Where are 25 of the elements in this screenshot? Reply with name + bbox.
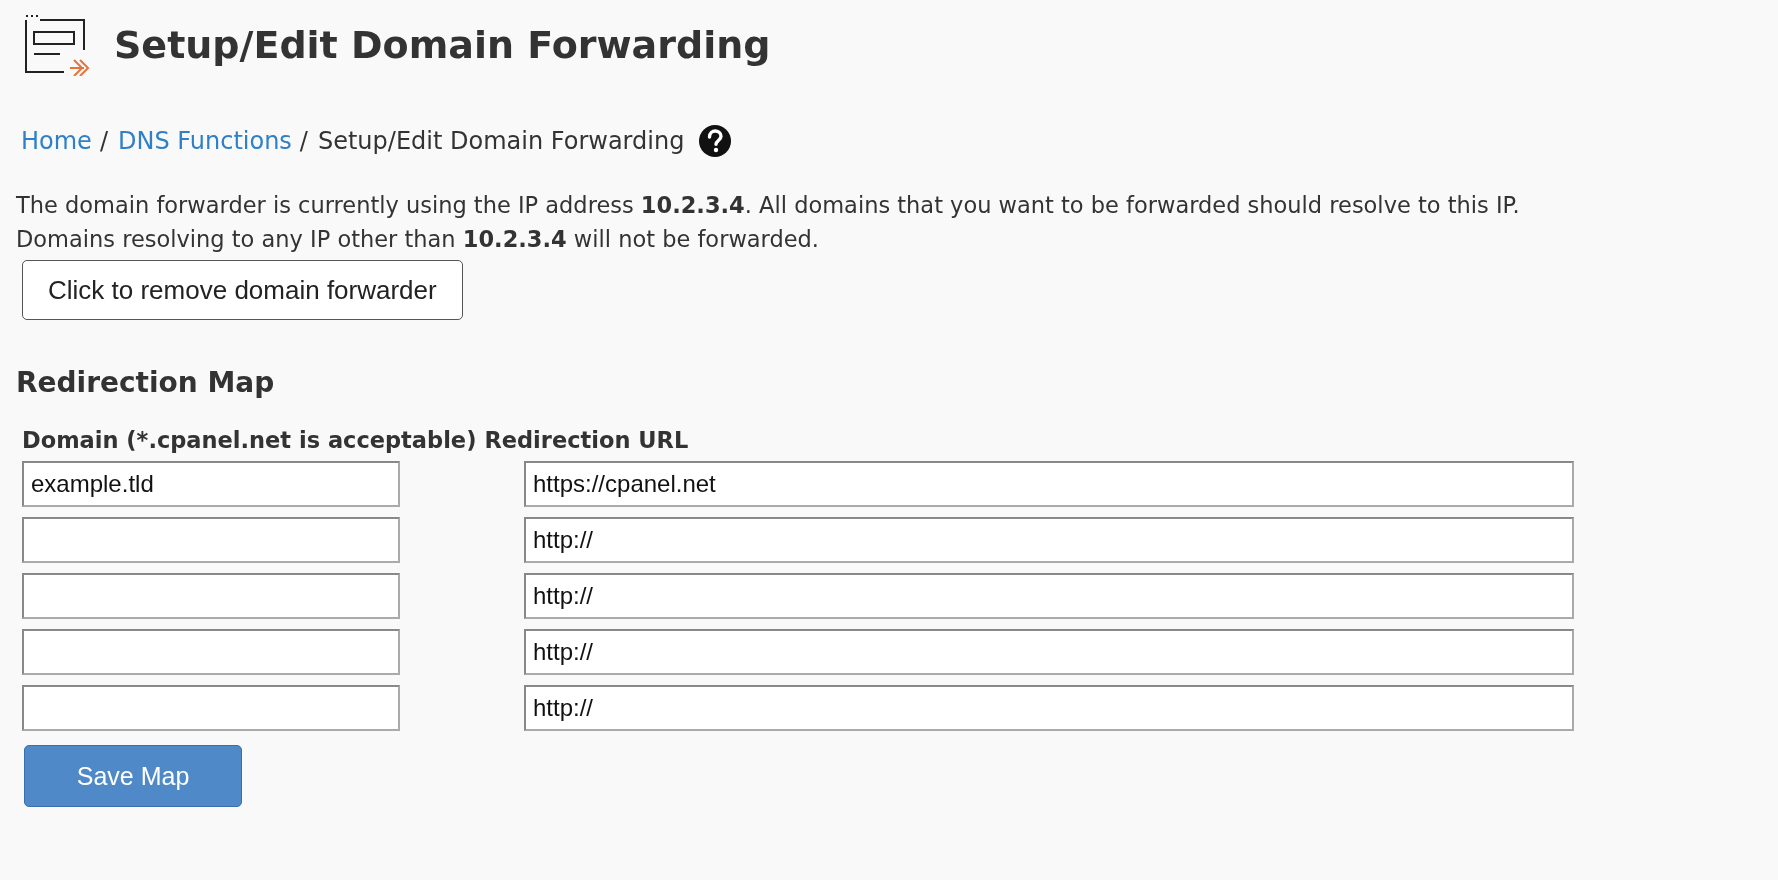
url-field[interactable]: http://	[524, 517, 1574, 563]
breadcrumb-separator: /	[299, 127, 308, 155]
breadcrumb-separator: /	[99, 127, 108, 155]
column-header: Domain (*.cpanel.net is acceptable)	[22, 427, 477, 453]
info-text: The domain forwarder is currently using the IP address 10.2.3.4. All domains that you want to be forwarded should resolve to this IP.	[16, 191, 1521, 220]
help-icon[interactable]	[698, 124, 733, 158]
section-title: Redirection Map	[16, 366, 276, 399]
url-field[interactable]: http://	[524, 629, 1574, 675]
domain-field[interactable]	[22, 685, 400, 731]
url-field[interactable]: http://	[524, 573, 1574, 619]
breadcrumb-link[interactable]: DNS Functions	[117, 127, 292, 155]
forwarding-icon	[22, 14, 92, 76]
page-title: Setup/Edit Domain Forwarding	[114, 23, 771, 67]
save-map-button[interactable]: Save Map	[24, 745, 242, 807]
domain-field[interactable]	[22, 573, 400, 619]
domain-field[interactable]	[22, 629, 400, 675]
breadcrumb-link[interactable]: Home	[21, 127, 92, 155]
url-field[interactable]: https://cpanel.net	[524, 461, 1574, 507]
column-header: Redirection URL	[484, 427, 689, 453]
breadcrumb-current: Setup/Edit Domain Forwarding	[317, 127, 685, 155]
domain-field[interactable]	[22, 517, 400, 563]
info-text: Domains resolving to any IP other than 10.2.3.4 will not be forwarded.	[16, 225, 820, 254]
domain-field[interactable]: example.tld	[22, 461, 400, 507]
url-field[interactable]: http://	[524, 685, 1574, 731]
remove-forwarder-button[interactable]: Click to remove domain forwarder	[22, 260, 463, 320]
